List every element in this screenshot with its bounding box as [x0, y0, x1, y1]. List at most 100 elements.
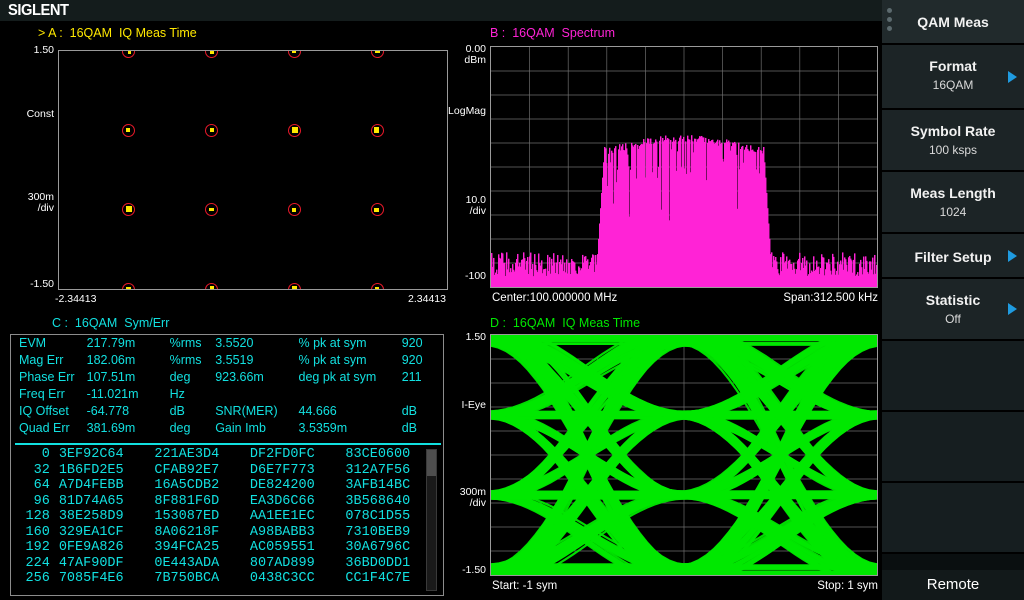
metric-row: Freq Err -11.021m Hz — [11, 386, 443, 403]
panel-d-yaxis-name: I-Eye — [461, 399, 486, 411]
metric-unit: deg — [169, 421, 191, 435]
panel-a-xleft-label: -2.34413 — [55, 293, 97, 305]
constellation-point — [205, 51, 219, 58]
constellation-point-center — [291, 285, 297, 289]
symbol-row: 96 81D74A65 8F881F6D EA3D6C66 3B568640 — [15, 494, 441, 510]
constellation-point — [205, 282, 219, 289]
metric-name: IQ Offset — [19, 404, 69, 418]
constellation-point-center — [210, 285, 214, 289]
softkey-header[interactable]: QAM Meas — [882, 0, 1024, 45]
panel-a-plot[interactable] — [58, 50, 448, 290]
softkey-label: Symbol Rate — [910, 123, 996, 139]
title-bar: SIGLENT — [0, 0, 882, 22]
constellation-point-center — [291, 207, 297, 212]
symbol-table-scrollbar[interactable] — [426, 449, 437, 591]
metric-value-2 — [213, 386, 296, 403]
symbol-word: 81D74A65 — [58, 493, 124, 509]
panel-a-yscale-unit: /div — [37, 202, 54, 214]
symbol-index: 64 — [33, 478, 50, 493]
panel-b-plot[interactable] — [490, 46, 878, 288]
constellation-point-center — [209, 51, 215, 55]
symbol-index: 224 — [25, 555, 50, 571]
panel-d-ybottom-label: -1.50 — [462, 564, 486, 576]
symbol-word: 394FCA25 — [154, 540, 220, 555]
symbol-row: 32 1B6FD2E5 CFAB92E7 D6E7F773 312A7F56 — [15, 463, 441, 479]
softkey-filter-setup[interactable]: Filter Setup — [882, 234, 1024, 279]
metric-row: EVM 217.79m %rms 3.5520 % pk at sym 920 — [11, 335, 443, 352]
metric-value-2: Gain Imb — [215, 421, 266, 435]
panel-d-start-label: Start: -1 sym — [492, 580, 558, 592]
symbol-word: 7B750BCA — [154, 571, 220, 586]
constellation-point-center — [125, 286, 132, 289]
metric-row: IQ Offset -64.778 dB SNR(MER) 44.666 dB — [11, 403, 443, 420]
symbol-word: CFAB92E7 — [154, 462, 220, 478]
constellation-point — [287, 282, 301, 289]
metric-unit: deg — [169, 370, 191, 384]
softkey-statistic[interactable]: Statistic Off — [882, 279, 1024, 341]
metric-value-2: 923.66m — [215, 370, 264, 384]
metric-label-2: 3.5359m — [298, 421, 348, 435]
softkey-menu[interactable]: QAM Meas Format 16QAM Symbol Rate 100 ksps M… — [882, 0, 1024, 600]
symbol-index: 0 — [41, 447, 50, 462]
chevron-right-icon[interactable] — [1008, 249, 1017, 262]
eye-diagram-trace — [491, 335, 877, 575]
chevron-right-icon[interactable] — [1008, 303, 1017, 315]
symbol-word: 0438C3CC — [249, 571, 315, 586]
chevron-right-icon[interactable] — [1008, 70, 1017, 83]
panel-d-plot[interactable] — [490, 334, 878, 576]
symbol-word: 1B6FD2E5 — [58, 462, 124, 478]
metric-value-3: 920 — [401, 353, 423, 367]
status-remote: Remote — [882, 570, 1024, 600]
symbol-hex-table-viewport[interactable]: 0 3EF92C64 221AE3D4 DF2FD0FC 83CE0600 32 1B6FD… — [15, 447, 441, 593]
metric-label-2: % pk at sym — [298, 353, 367, 367]
metric-value-3: 920 — [401, 336, 423, 350]
softkey-value: 100 ksps — [928, 143, 978, 157]
softkey-empty[interactable] — [882, 341, 1024, 412]
symbol-word: EA3D6C66 — [249, 493, 315, 509]
constellation-point — [122, 282, 136, 289]
constellation-point-center — [126, 127, 131, 132]
metric-value-2: SNR(MER) — [215, 404, 278, 418]
panel-d-ytop-label: 1.50 — [465, 331, 486, 343]
symbol-index: 32 — [33, 462, 50, 478]
constellation-point — [287, 123, 301, 137]
softkey-meas-length[interactable]: Meas Length 1024 — [882, 172, 1024, 234]
symbol-word: 0FE9A826 — [58, 540, 124, 555]
softkey-symbol-rate[interactable]: Symbol Rate 100 ksps — [882, 110, 1024, 172]
metric-value: -11.021m — [86, 387, 139, 401]
metric-value: 381.69m — [86, 421, 136, 435]
metric-label-2: % pk at sym — [298, 336, 367, 350]
symbol-word: D6E7F773 — [249, 462, 315, 478]
metric-unit: %rms — [169, 336, 202, 350]
softkey-empty[interactable] — [882, 483, 1024, 554]
metric-value-3: dB — [401, 421, 417, 435]
symbol-word: A98BABB3 — [249, 524, 315, 540]
symbol-word: 153087ED — [154, 509, 220, 524]
scrollbar-thumb[interactable] — [427, 450, 436, 476]
metric-value-3: 211 — [401, 370, 422, 384]
softkey-label: Statistic — [925, 292, 981, 308]
constellation-point — [287, 203, 301, 217]
softkey-label: Format — [929, 58, 977, 74]
symbol-row: 128 38E258D9 153087ED AA1EE1EC 078C1D55 — [15, 509, 441, 525]
metric-name: Quad Err — [19, 421, 70, 435]
panel-a-yaxis-name: Const — [26, 108, 54, 120]
symbol-word: 221AE3D4 — [154, 447, 220, 462]
softkey-format[interactable]: Format 16QAM — [882, 45, 1024, 110]
metric-row: Mag Err 182.06m %rms 3.5519 % pk at sym 920 — [11, 352, 443, 369]
panel-a-ybottom-label: -1.50 — [30, 278, 54, 290]
panel-c-box[interactable]: EVM 217.79m %rms 3.5520% pk at sym 920 Mag Er… — [10, 334, 444, 596]
panel-d-yscale-unit: /div — [469, 497, 486, 509]
panel-a-xright-label: 2.34413 — [408, 293, 446, 305]
symbol-word: 807AD899 — [249, 555, 315, 571]
softkey-header-label: QAM Meas — [917, 14, 989, 30]
symbol-index: 192 — [25, 540, 50, 555]
softkey-value: 1024 — [939, 205, 967, 219]
symbol-word: AC059551 — [249, 540, 315, 555]
softkey-empty[interactable] — [882, 412, 1024, 483]
metric-unit: Hz — [169, 387, 185, 401]
panel-a-title: > A : 16QAM IQ Meas Time — [38, 26, 197, 40]
symbol-word: A7D4FEBB — [58, 478, 124, 493]
metric-value-3: dB — [401, 404, 417, 418]
symbol-word: 8F881F6D — [154, 493, 220, 509]
